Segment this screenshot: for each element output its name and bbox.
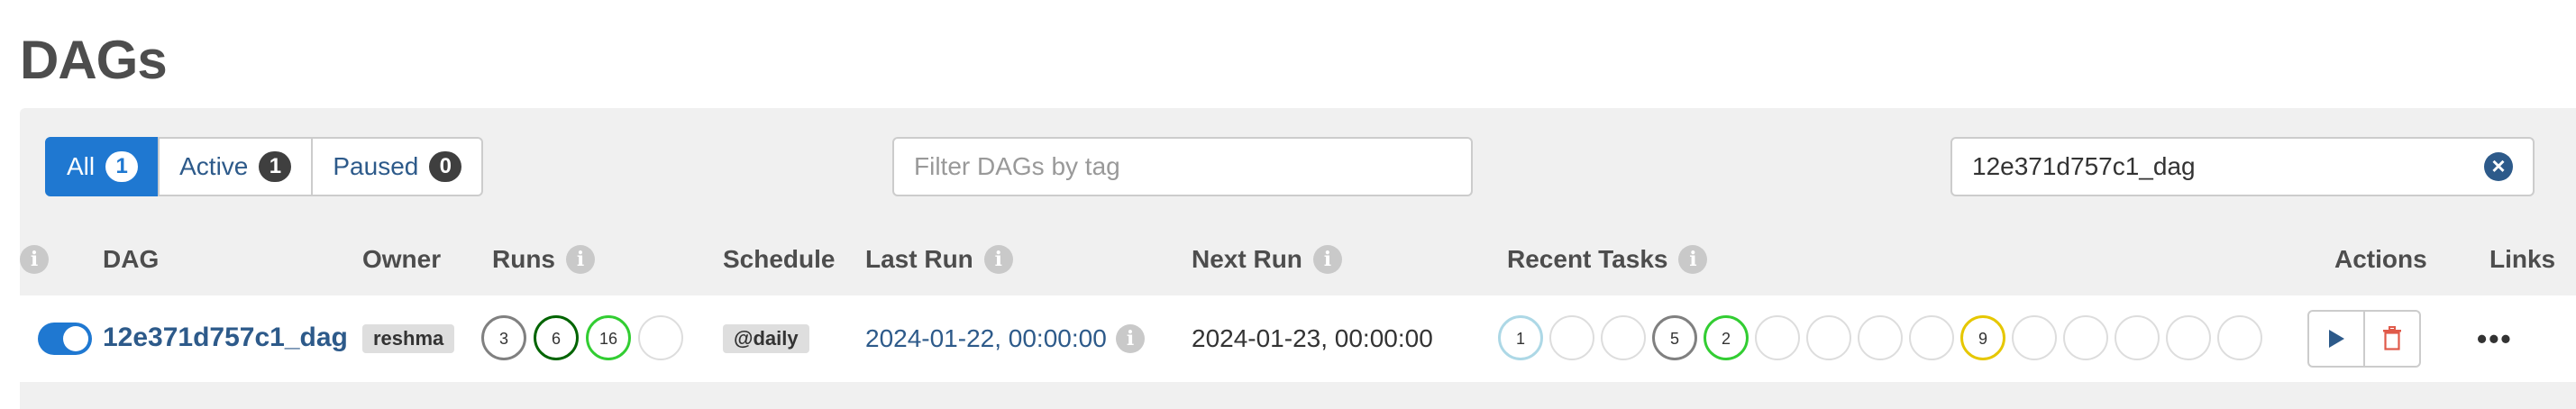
next-run-info-icon[interactable]: i xyxy=(1312,245,1342,274)
info-icon[interactable]: i xyxy=(20,245,49,274)
dag-pause-toggle[interactable] xyxy=(38,323,92,355)
header-links-label: Links xyxy=(2489,245,2556,273)
header-info: i xyxy=(20,243,49,276)
task-state-circle[interactable] xyxy=(2166,315,2211,360)
toggle-knob xyxy=(63,326,88,351)
header-dag: DAG xyxy=(103,243,159,276)
page-title: DAGs xyxy=(20,30,168,90)
header-next-run: Next Run i xyxy=(1192,243,1342,276)
ellipsis-icon[interactable]: ••• xyxy=(2477,323,2513,356)
next-run-value: 2024-01-23, 00:00:00 xyxy=(1192,324,1433,352)
last-run-info-icon[interactable]: i xyxy=(983,245,1013,274)
tab-paused-label: Paused xyxy=(333,152,419,180)
run-state-circle[interactable]: 6 xyxy=(534,315,579,360)
header-runs-label: Runs xyxy=(492,245,555,273)
run-state-circle[interactable] xyxy=(638,315,683,360)
header-runs: Runs i xyxy=(492,243,595,276)
task-state-circle[interactable] xyxy=(1858,315,1903,360)
tab-active-count: 1 xyxy=(259,151,292,182)
task-state-circle[interactable]: 9 xyxy=(1960,315,2005,360)
header-dag-label: DAG xyxy=(103,245,160,273)
task-state-circle[interactable]: 5 xyxy=(1652,315,1697,360)
task-state-circle[interactable] xyxy=(1806,315,1851,360)
tab-paused-count: 0 xyxy=(429,151,462,182)
trigger-dag-button[interactable] xyxy=(2307,310,2365,368)
header-last-run-label: Last Run xyxy=(865,245,973,273)
schedule-chip[interactable]: @daily xyxy=(723,324,809,353)
run-state-circle[interactable]: 16 xyxy=(586,315,631,360)
task-state-circle[interactable] xyxy=(2217,315,2262,360)
run-state-circle[interactable]: 3 xyxy=(481,315,526,360)
task-state-circle[interactable] xyxy=(1601,315,1646,360)
task-state-circle[interactable] xyxy=(2115,315,2160,360)
status-filter-tabs: All 1 Active 1 Paused 0 xyxy=(45,137,484,196)
dag-id-link[interactable]: 12e371d757c1_dag xyxy=(103,323,348,353)
task-state-circle[interactable] xyxy=(2063,315,2108,360)
task-state-circle[interactable] xyxy=(1549,315,1594,360)
header-recent-tasks: Recent Tasks i xyxy=(1507,243,1708,276)
header-links: Links xyxy=(2489,243,2555,276)
header-next-run-label: Next Run xyxy=(1192,245,1302,273)
dag-search-box: × xyxy=(1950,137,2535,196)
task-state-circle[interactable] xyxy=(1755,315,1800,360)
dags-panel: All 1 Active 1 Paused 0 × i DAG Owner Ru… xyxy=(20,108,2576,409)
tab-all-count: 1 xyxy=(105,151,139,182)
header-owner-label: Owner xyxy=(362,245,442,273)
action-buttons xyxy=(2307,310,2421,368)
task-state-circle[interactable] xyxy=(2012,315,2057,360)
table-row: 12e371d757c1_dag reshma 3 6 16 @daily 20… xyxy=(20,295,2576,382)
owner-chip[interactable]: reshma xyxy=(362,324,455,353)
clear-search-icon[interactable]: × xyxy=(2484,152,2513,181)
tab-all[interactable]: All 1 xyxy=(45,137,160,196)
last-run-link[interactable]: 2024-01-22, 00:00:00 xyxy=(865,324,1107,353)
last-run-details-icon[interactable]: i xyxy=(1116,324,1145,353)
play-icon xyxy=(2329,330,2344,348)
tab-all-label: All xyxy=(67,152,96,180)
task-state-circle[interactable]: 1 xyxy=(1498,315,1543,360)
header-owner: Owner xyxy=(362,243,441,276)
header-actions-label: Actions xyxy=(2334,245,2427,273)
header-last-run: Last Run i xyxy=(865,243,1013,276)
recent-tasks-info-icon[interactable]: i xyxy=(1678,245,1708,274)
tab-active[interactable]: Active 1 xyxy=(158,137,314,196)
tag-filter-input[interactable] xyxy=(892,137,1473,196)
dag-search-input[interactable] xyxy=(1952,139,2497,195)
tab-active-label: Active xyxy=(179,152,249,180)
runs-info-icon[interactable]: i xyxy=(566,245,595,274)
header-schedule: Schedule xyxy=(723,243,835,276)
tab-paused[interactable]: Paused 0 xyxy=(311,137,484,196)
delete-dag-button[interactable] xyxy=(2363,310,2421,368)
header-recent-tasks-label: Recent Tasks xyxy=(1507,245,1668,273)
trash-icon xyxy=(2383,326,2401,350)
header-actions: Actions xyxy=(2334,243,2427,276)
header-schedule-label: Schedule xyxy=(723,245,836,273)
task-state-circle[interactable]: 2 xyxy=(1704,315,1749,360)
task-state-circle[interactable] xyxy=(1909,315,1954,360)
